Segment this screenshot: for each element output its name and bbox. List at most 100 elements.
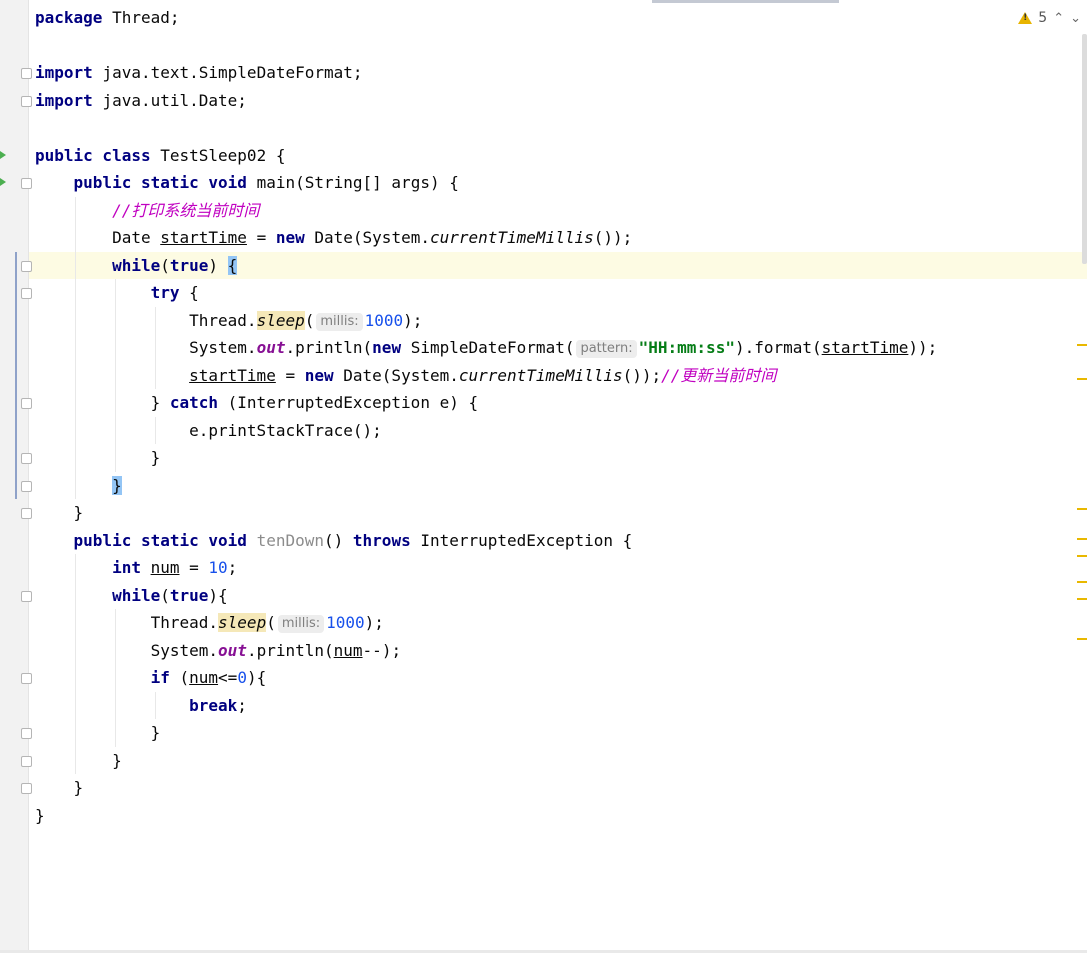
code-text[interactable]: while(true) { (35, 252, 238, 279)
code-line[interactable]: break; (29, 692, 1087, 719)
code-text[interactable]: startTime = new Date(System.currentTimeM… (35, 362, 776, 389)
code-line[interactable]: e.printStackTrace(); (29, 417, 1087, 444)
warning-stripe[interactable] (1077, 344, 1087, 346)
fold-toggle-icon[interactable] (21, 453, 32, 464)
code-text[interactable]: } (35, 747, 122, 774)
fold-toggle-icon[interactable] (21, 480, 32, 492)
code-line[interactable]: } (29, 802, 1087, 829)
fold-toggle-icon[interactable] (21, 68, 32, 79)
inspection-widget[interactable]: ! 5 ⌃ ⌄ (1018, 10, 1081, 26)
warning-stripe[interactable] (1077, 598, 1087, 600)
code-line[interactable]: } (29, 719, 1087, 746)
code-text[interactable]: } (35, 774, 84, 801)
code-text[interactable]: public static void main(String[] args) { (35, 169, 459, 196)
code-line[interactable]: } (29, 774, 1087, 801)
code-editor[interactable]: package Thread; import java.text.SimpleDa… (29, 0, 1087, 953)
code-line[interactable]: import java.util.Date; (29, 87, 1087, 114)
code-text[interactable]: import java.text.SimpleDateFormat; (35, 59, 363, 86)
warning-stripe[interactable] (1077, 581, 1087, 583)
vertical-scrollbar[interactable] (1082, 34, 1087, 264)
code-token: System. (35, 640, 219, 660)
code-text[interactable]: System.out.println(num--); (35, 637, 401, 664)
code-text[interactable]: public static void tenDown() throws Inte… (35, 527, 633, 554)
code-line[interactable]: while(true) { (29, 251, 1087, 279)
code-text[interactable]: try { (35, 279, 199, 306)
code-line[interactable]: } (29, 747, 1087, 774)
code-text[interactable]: } (35, 472, 122, 499)
warning-stripe[interactable] (1077, 508, 1087, 510)
code-token: public static void (73, 530, 257, 550)
run-gutter-icon[interactable] (0, 150, 6, 159)
chevron-up-icon[interactable]: ⌃ (1053, 11, 1064, 26)
fold-toggle-icon[interactable] (21, 783, 32, 794)
fold-toggle-icon[interactable] (21, 728, 32, 739)
run-gutter-icon[interactable] (0, 178, 6, 186)
fold-toggle-icon[interactable] (21, 178, 32, 189)
code-text[interactable]: import java.util.Date; (35, 87, 247, 114)
code-token: catch (169, 393, 228, 412)
code-line[interactable]: if (num<=0){ (29, 664, 1087, 691)
code-line[interactable]: Thread.sleep(millis: 1000); (29, 307, 1087, 334)
code-text[interactable]: } catch (InterruptedException e) { (35, 389, 479, 416)
code-line[interactable]: System.out.println(num--); (29, 637, 1087, 664)
code-text[interactable]: break; (35, 692, 247, 719)
warning-stripe[interactable] (1077, 538, 1087, 540)
code-token: ( (160, 585, 170, 605)
code-text[interactable]: Date startTime = new Date(System.current… (35, 224, 632, 251)
code-text[interactable]: //打印系统当前时间 (35, 197, 259, 224)
fold-toggle-icon[interactable] (21, 590, 32, 602)
warning-triangle-icon[interactable]: ! (1018, 12, 1033, 24)
code-token: .println( (246, 640, 334, 660)
chevron-down-icon[interactable]: ⌄ (1070, 11, 1081, 26)
vcs-change-bar[interactable] (15, 251, 17, 499)
fold-toggle-icon[interactable] (21, 288, 32, 299)
fold-toggle-icon[interactable] (21, 673, 32, 684)
fold-toggle-icon[interactable] (21, 95, 32, 107)
code-line[interactable]: //打印系统当前时间 (29, 197, 1087, 224)
code-line[interactable]: Date startTime = new Date(System.current… (29, 224, 1087, 251)
code-text[interactable]: Thread.sleep(millis: 1000); (35, 307, 422, 334)
fold-toggle-icon[interactable] (21, 260, 32, 272)
code-line[interactable]: public static void tenDown() throws Inte… (29, 527, 1087, 554)
code-line[interactable]: import java.text.SimpleDateFormat; (29, 59, 1087, 86)
code-line[interactable]: } (29, 499, 1087, 526)
code-text[interactable]: Thread.sleep(millis: 1000); (35, 609, 384, 636)
code-text[interactable]: int num = 10; (35, 554, 237, 581)
code-text[interactable]: } (35, 499, 84, 526)
code-line[interactable]: System.out.println(new SimpleDateFormat(… (29, 334, 1087, 361)
code-line[interactable]: } (29, 444, 1087, 471)
code-text[interactable]: System.out.println(new SimpleDateFormat(… (35, 334, 937, 361)
warning-count[interactable]: 5 (1038, 10, 1047, 26)
code-line[interactable]: startTime = new Date(System.currentTimeM… (29, 362, 1087, 389)
code-line[interactable]: public class TestSleep02 { (29, 142, 1087, 169)
code-token: = (246, 228, 276, 247)
code-line[interactable] (29, 32, 1087, 59)
code-line[interactable] (29, 114, 1087, 141)
code-line[interactable]: public static void main(String[] args) { (29, 169, 1087, 196)
code-line[interactable]: Thread.sleep(millis: 1000); (29, 609, 1087, 636)
code-line[interactable]: package Thread; (29, 4, 1087, 31)
warning-stripe[interactable] (1077, 378, 1087, 380)
code-line[interactable]: try { (29, 279, 1087, 306)
code-text[interactable]: } (35, 802, 45, 829)
fold-toggle-icon[interactable] (21, 398, 32, 409)
code-text[interactable]: package Thread; (35, 4, 180, 31)
code-line[interactable]: } catch (InterruptedException e) { (29, 389, 1087, 416)
code-text[interactable]: public class TestSleep02 { (35, 142, 285, 169)
fold-toggle-icon[interactable] (21, 508, 32, 519)
fold-toggle-icon[interactable] (21, 755, 32, 767)
code-text[interactable]: if (num<=0){ (35, 664, 267, 691)
code-text[interactable]: } (35, 719, 161, 746)
code-text[interactable]: while(true){ (35, 582, 228, 609)
indent-guide (155, 416, 156, 444)
code-line[interactable]: } (29, 472, 1087, 499)
warning-stripe[interactable] (1077, 638, 1087, 640)
code-text[interactable]: e.printStackTrace(); (35, 417, 382, 444)
code-line[interactable]: int num = 10; (29, 554, 1087, 581)
code-line[interactable]: while(true){ (29, 582, 1087, 609)
code-text[interactable]: } (35, 444, 161, 471)
code-token: .println( (285, 338, 373, 357)
warning-stripe[interactable] (1077, 555, 1087, 557)
